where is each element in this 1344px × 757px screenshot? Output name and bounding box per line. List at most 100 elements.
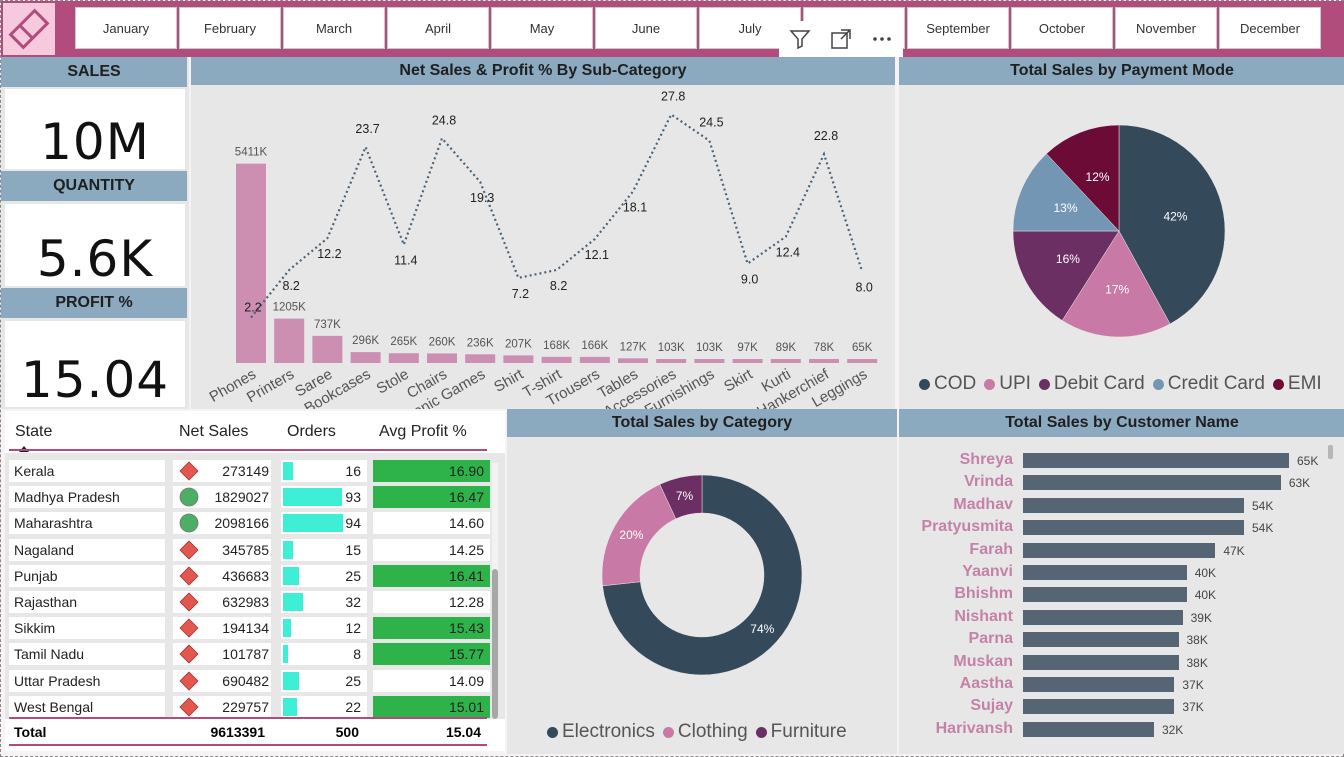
table-row[interactable]: Maharashtra 2098166 94 14.60: [9, 510, 491, 536]
bar-stole[interactable]: [388, 353, 419, 363]
month-button-february[interactable]: February: [179, 7, 281, 49]
table-row[interactable]: Kerala 273149 16 16.90: [9, 458, 491, 484]
customer-bar-vrinda[interactable]: [1023, 475, 1281, 491]
table-row[interactable]: Punjab 436683 25 16.41: [9, 563, 491, 589]
table-row[interactable]: Rajasthan 632983 32 12.28: [9, 589, 491, 615]
customer-bar-bhishm[interactable]: [1023, 587, 1187, 603]
month-button-december[interactable]: December: [1219, 7, 1321, 49]
legend-item[interactable]: EMI: [1272, 373, 1322, 395]
customer-bar-shreya[interactable]: [1023, 453, 1289, 468]
bar-saree[interactable]: [312, 335, 343, 363]
logo: [3, 3, 55, 55]
profit-kpi-value: 15.04: [20, 351, 170, 407]
month-button-may[interactable]: May: [491, 7, 593, 49]
orders-cell: 12: [281, 617, 367, 640]
customer-chart-scrollbar[interactable]: [1328, 445, 1333, 459]
bar-chairs[interactable]: [427, 353, 457, 363]
bar-bookcases[interactable]: [350, 352, 381, 363]
legend-item[interactable]: Debit Card: [1038, 373, 1145, 395]
customer-name-label: Sujay: [970, 697, 1013, 715]
month-slicer-bar: JanuaryFebruaryMarchAprilMayJuneJulyAugu…: [1, 1, 1344, 57]
bar-hankerchief[interactable]: [809, 359, 839, 363]
bar-kurti[interactable]: [770, 359, 801, 363]
payment-mode-chart-panel[interactable]: Total Sales by Payment Mode 42% 17% 16% 13%…: [899, 57, 1344, 409]
customer-bar-madhav[interactable]: [1023, 497, 1244, 513]
net-sales-value: 101787: [222, 646, 269, 663]
bar-leggings[interactable]: [847, 359, 878, 363]
customer-bar-yaanvi[interactable]: [1023, 565, 1187, 580]
table-row[interactable]: Madhya Pradesh 1829027 93 16.47: [9, 484, 491, 510]
line-data-label: 24.8: [432, 113, 456, 127]
table-row[interactable]: Uttar Pradesh 690482 25 14.09: [9, 668, 491, 694]
table-row[interactable]: Tamil Nadu 101787 8 15.77: [9, 641, 491, 667]
month-button-january[interactable]: January: [75, 7, 177, 49]
month-button-june[interactable]: June: [595, 7, 697, 49]
customer-bar-chart: Shreya 65K Vrinda 63K Madhav 54K Pratyusmita 54…: [899, 449, 1344, 749]
legend-label: Credit Card: [1167, 373, 1265, 394]
avg-profit-cell: 15.01: [373, 695, 490, 718]
orders-cell: 32: [281, 591, 367, 613]
legend-item[interactable]: UPI: [984, 373, 1031, 395]
state-table[interactable]: State Net Sales Orders Avg Profit % Kera…: [5, 411, 505, 751]
legend-dot: [919, 378, 930, 390]
bar-data-label: 1205K: [273, 302, 307, 314]
bar-accessories[interactable]: [656, 359, 687, 363]
month-button-april[interactable]: April: [387, 7, 489, 49]
month-button-november[interactable]: November: [1115, 7, 1217, 49]
legend-dot: [984, 378, 996, 390]
bar-tables[interactable]: [618, 358, 648, 363]
total-orders: 500: [335, 724, 359, 740]
bar-shirt[interactable]: [503, 355, 534, 363]
red-diamond-icon: [179, 566, 199, 589]
net-sales-cell: 229757: [173, 695, 271, 718]
category-chart-panel[interactable]: Total Sales by Category 74% 20% 7% Electro…: [507, 409, 897, 754]
filter-icon[interactable]: [785, 24, 815, 54]
bar-electronic-games[interactable]: [465, 354, 496, 363]
bar-data-label: 127K: [620, 341, 647, 353]
legend-item[interactable]: Furniture: [755, 721, 847, 743]
column-header-avg-profit[interactable]: Avg Profit %: [373, 417, 487, 457]
bar-printers[interactable]: [274, 318, 305, 363]
bar-phones[interactable]: [236, 163, 266, 363]
customer-bar-nishant[interactable]: [1023, 609, 1183, 625]
donut-data-label: 7%: [676, 489, 694, 503]
sales-kpi-title: SALES: [1, 57, 187, 87]
customer-bar-parna[interactable]: [1023, 632, 1179, 648]
table-row[interactable]: Nagaland 345785 15 14.25: [9, 537, 491, 563]
legend-dot: [662, 726, 674, 738]
table-scrollbar-thumb[interactable]: [492, 569, 498, 719]
month-button-september[interactable]: September: [907, 7, 1009, 49]
bar-skirt[interactable]: [732, 359, 763, 363]
total-net-sales: 9613391: [210, 724, 265, 740]
customer-bar-pratyusmita[interactable]: [1023, 520, 1244, 536]
subcategory-chart-panel[interactable]: Net Sales & Profit % By Sub-Category 541…: [191, 57, 895, 409]
table-scrollbar-track[interactable]: [492, 463, 498, 719]
customer-bar-harivansh[interactable]: [1023, 721, 1154, 737]
red-diamond-icon: [179, 461, 199, 484]
bar-t-shirt[interactable]: [541, 356, 572, 363]
customer-bar-farah[interactable]: [1023, 542, 1216, 558]
focus-mode-icon[interactable]: [826, 24, 856, 54]
customer-name-label: Nishant: [954, 607, 1013, 625]
customer-bar-sujay[interactable]: [1023, 699, 1175, 715]
column-header-orders[interactable]: Orders: [281, 417, 363, 457]
avg-profit-value: 15.43: [448, 620, 484, 637]
legend-item[interactable]: Electronics: [547, 721, 655, 743]
legend-item[interactable]: Clothing: [662, 721, 748, 743]
payment-mode-chart-title: Total Sales by Payment Mode: [899, 57, 1344, 85]
bar-furnishings[interactable]: [694, 359, 725, 363]
column-header-net-sales[interactable]: Net Sales: [173, 417, 271, 457]
customer-bar-aastha[interactable]: [1023, 677, 1175, 692]
more-options-icon[interactable]: [867, 24, 897, 54]
customer-chart-panel[interactable]: Total Sales by Customer Name Shreya 65K Vr…: [899, 409, 1344, 754]
legend-item[interactable]: Credit Card: [1152, 373, 1265, 395]
bar-trousers[interactable]: [579, 356, 610, 363]
table-row[interactable]: Sikkim 194134 12 15.43: [9, 615, 491, 641]
legend-item[interactable]: COD: [919, 373, 976, 395]
table-row[interactable]: West Bengal 229757 22 15.01: [9, 694, 491, 720]
month-button-october[interactable]: October: [1011, 7, 1113, 49]
customer-bar-muskan[interactable]: [1023, 654, 1179, 670]
net-sales-value: 1829027: [214, 489, 269, 506]
column-header-state[interactable]: State: [9, 417, 165, 457]
month-button-march[interactable]: March: [283, 7, 385, 49]
